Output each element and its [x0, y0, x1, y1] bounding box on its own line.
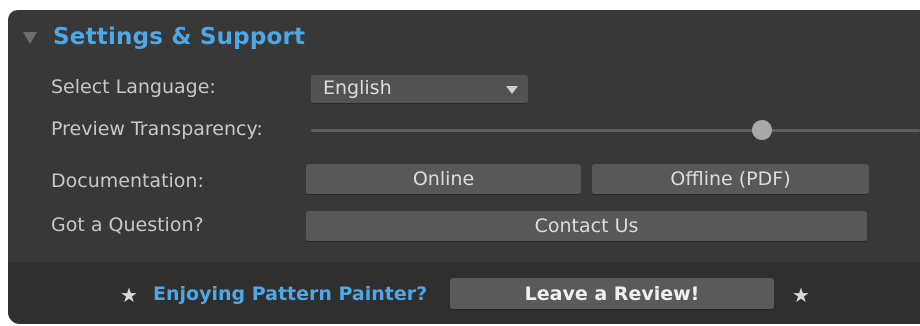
leave-review-button[interactable]: Leave a Review!	[450, 278, 774, 310]
contact-us-button[interactable]: Contact Us	[306, 211, 867, 242]
star-icon: ★	[792, 283, 810, 307]
settings-support-panel: Settings & Support Select Language: Engl…	[8, 10, 920, 324]
select-language-label: Select Language:	[51, 76, 216, 98]
documentation-label: Documentation:	[51, 170, 204, 192]
language-dropdown[interactable]: English	[311, 75, 528, 104]
offline-pdf-docs-button[interactable]: Offline (PDF)	[592, 164, 869, 195]
online-docs-button[interactable]: Online	[306, 164, 581, 195]
preview-transparency-slider-track[interactable]	[311, 129, 920, 132]
got-a-question-label: Got a Question?	[51, 214, 204, 236]
preview-transparency-label: Preview Transparency:	[51, 118, 263, 140]
chevron-down-icon	[506, 86, 518, 94]
promo-text: Enjoying Pattern Painter?	[153, 283, 428, 305]
preview-transparency-slider-thumb[interactable]	[751, 120, 772, 140]
language-dropdown-value: English	[323, 77, 392, 99]
caret-down-icon[interactable]	[23, 32, 37, 44]
section-title[interactable]: Settings & Support	[53, 24, 305, 50]
star-icon: ★	[120, 283, 138, 307]
